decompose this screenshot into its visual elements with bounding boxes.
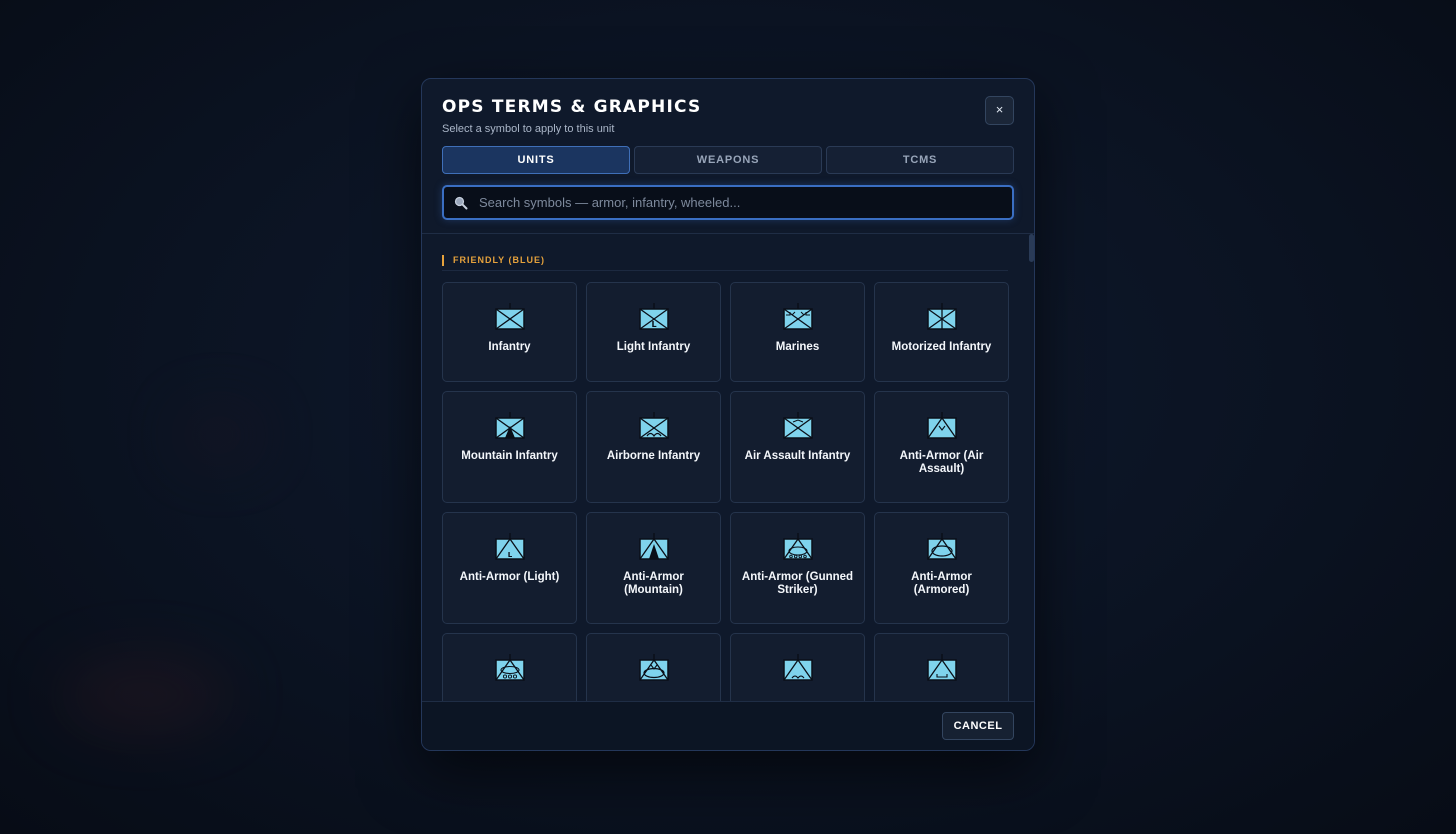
air-assault-infantry-symbol-icon — [782, 412, 813, 439]
symbol-card[interactable] — [586, 633, 721, 702]
symbol-label: Anti-Armor (Mountain) — [623, 571, 684, 596]
anti-armor-gunned-striker-symbol-icon — [782, 533, 813, 560]
motorized-infantry-symbol-icon — [926, 303, 957, 330]
modal-title: OPS TERMS & GRAPHICS — [442, 97, 702, 117]
symbol-label: Anti-Armor (Air Assault) — [899, 450, 984, 475]
symbol-picker-modal: OPS TERMS & GRAPHICS Select a symbol to … — [421, 78, 1035, 751]
symbol-label: Marines — [775, 341, 820, 353]
anti-armor-airborne-symbol-icon — [782, 654, 813, 681]
symbol-grid: Infantry L Light Infantry Marines Motori… — [442, 282, 1010, 702]
modal-footer: CANCEL — [422, 701, 1034, 750]
symbol-card[interactable]: Air Assault Infantry — [730, 391, 865, 503]
symbol-label: Airborne Infantry — [606, 450, 701, 462]
cancel-button[interactable]: CANCEL — [942, 712, 1014, 740]
symbol-card[interactable]: Airborne Infantry — [586, 391, 721, 503]
symbol-list[interactable]: FRIENDLY (BLUE) Infantry L Light Infantr… — [422, 234, 1034, 702]
symbol-card[interactable]: Anti-Armor (Gunned Striker) — [730, 512, 865, 624]
tab-units[interactable]: UNITS — [442, 146, 630, 174]
symbol-card[interactable]: Anti-Armor (Mountain) — [586, 512, 721, 624]
symbol-label: Mountain Infantry — [461, 450, 558, 462]
anti-armor-air-assault-symbol-icon — [926, 412, 957, 439]
symbol-card[interactable]: Anti-Armor (Armored) — [874, 512, 1009, 624]
symbol-label: Air Assault Infantry — [744, 450, 851, 462]
anti-armor-mountain-symbol-icon — [638, 533, 669, 560]
symbol-card[interactable] — [874, 633, 1009, 702]
airborne-infantry-symbol-icon — [638, 412, 669, 439]
symbol-label: Anti-Armor (Light) — [459, 571, 560, 583]
tab-tcms[interactable]: TCMS — [826, 146, 1014, 174]
close-button[interactable]: × — [985, 96, 1014, 125]
mountain-infantry-symbol-icon — [494, 412, 525, 439]
symbol-card[interactable]: Anti-Armor (Air Assault) — [874, 391, 1009, 503]
anti-armor-light-symbol-icon: L — [494, 533, 525, 560]
symbol-label: Light Infantry — [616, 341, 691, 353]
scrollbar-thumb[interactable] — [1029, 234, 1034, 262]
section-label-friendly: FRIENDLY (BLUE) — [442, 255, 1019, 266]
tab-weapons[interactable]: WEAPONS — [634, 146, 822, 174]
symbol-card[interactable] — [442, 633, 577, 702]
symbol-label: Anti-Armor (Armored) — [911, 571, 972, 596]
anti-armor-motorized-symbol-icon — [638, 654, 669, 681]
symbol-label: Infantry — [488, 341, 531, 353]
symbol-card[interactable]: Infantry — [442, 282, 577, 382]
symbol-card[interactable]: L Anti-Armor (Light) — [442, 512, 577, 624]
svg-text:L: L — [651, 320, 656, 329]
light-infantry-symbol-icon: L — [638, 303, 669, 330]
search-icon — [454, 196, 468, 209]
symbol-card[interactable]: Motorized Infantry — [874, 282, 1009, 382]
anti-armor-wheeled-symbol-icon — [494, 654, 525, 681]
symbol-label: Motorized Infantry — [891, 341, 992, 353]
symbol-card[interactable]: L Light Infantry — [586, 282, 721, 382]
anti-armor-variant-symbol-icon — [926, 654, 957, 681]
infantry-symbol-icon — [494, 303, 525, 330]
anti-armor-armored-symbol-icon — [926, 533, 957, 560]
modal-subtitle: Select a symbol to apply to this unit — [442, 123, 615, 135]
symbol-card[interactable] — [730, 633, 865, 702]
svg-text:L: L — [507, 551, 512, 559]
symbol-card[interactable]: Marines — [730, 282, 865, 382]
section-divider — [442, 270, 1008, 271]
close-icon: × — [995, 102, 1004, 117]
symbol-card[interactable]: Mountain Infantry — [442, 391, 577, 503]
category-tabs: UNITS WEAPONS TCMS — [442, 146, 1014, 174]
search-box — [442, 185, 1014, 220]
symbol-label: Anti-Armor (Gunned Striker) — [741, 571, 854, 596]
search-input[interactable] — [477, 194, 1012, 211]
marines-symbol-icon — [782, 303, 813, 330]
